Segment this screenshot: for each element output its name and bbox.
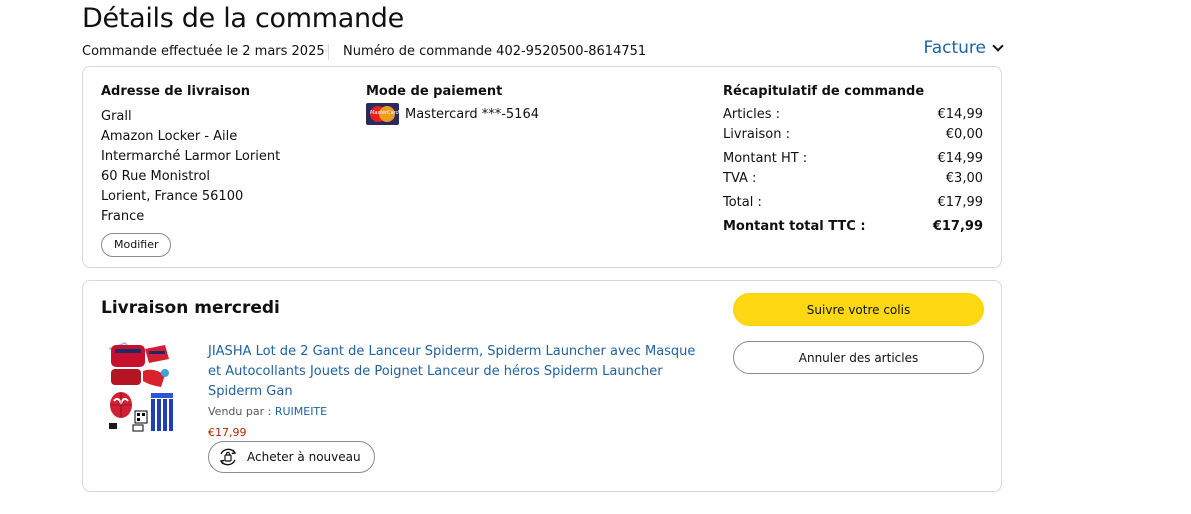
summary-row-total: Total : €17,99 [723, 193, 983, 213]
summary-value: €17,99 [937, 195, 984, 210]
summary-row-subtotal-ht: Montant HT : €14,99 [723, 149, 983, 169]
summary-row-vat: TVA : €3,00 [723, 169, 983, 189]
shipping-address-section: Adresse de livraison Grall Amazon Locker… [101, 84, 280, 257]
order-summary-section: Récapitulatif de commande Articles : €14… [723, 84, 983, 237]
summary-label: Montant HT : [723, 151, 808, 166]
summary-label: Articles : [723, 107, 780, 122]
cancel-items-button[interactable]: Annuler des articles [733, 341, 984, 374]
seller-line: Vendu par : RUIMEITE [208, 405, 327, 418]
order-meta: Commande effectuée le 2 mars 2025 Numéro… [82, 38, 1004, 62]
summary-row-shipping: Livraison : €0,00 [723, 125, 983, 145]
delivery-card: Livraison mercredi JIASHA Lot de 2 Gant … [82, 280, 1002, 492]
summary-value: €14,99 [937, 107, 984, 122]
address-line: France [101, 209, 145, 224]
order-number: Numéro de commande 402-9520500-8614751 [343, 44, 647, 59]
card-label: Mastercard ***-5164 [405, 106, 539, 122]
shipping-address: Grall Amazon Locker - Aile Intermarché L… [101, 107, 280, 227]
product-price: €17,99 [208, 426, 247, 439]
summary-row-grand-total: Montant total TTC : €17,99 [723, 217, 983, 237]
product-title-link[interactable]: JIASHA Lot de 2 Gant de Lanceur Spiderm,… [208, 342, 708, 402]
invoice-dropdown[interactable]: Facture [923, 38, 1004, 58]
buy-again-button[interactable]: Acheter à nouveau [208, 441, 375, 473]
summary-value: €3,00 [945, 171, 983, 186]
payment-method-title: Mode de paiement [366, 84, 503, 99]
summary-value: €17,99 [932, 219, 983, 234]
summary-table: Articles : €14,99 Livraison : €0,00 Mont… [723, 105, 983, 237]
address-line: Grall [101, 109, 132, 124]
address-line: Intermarché Larmor Lorient [101, 149, 281, 164]
summary-label: Montant total TTC : [723, 219, 866, 234]
buy-again-icon [219, 448, 237, 466]
order-summary-card: Adresse de livraison Grall Amazon Locker… [82, 66, 1002, 268]
product-image[interactable] [105, 341, 177, 433]
summary-label: Total : [723, 195, 762, 210]
track-package-button[interactable]: Suivre votre colis [733, 293, 984, 326]
invoice-label: Facture [923, 38, 987, 58]
shipping-address-title: Adresse de livraison [101, 84, 251, 99]
mastercard-logo-text: MasterCard [370, 110, 399, 116]
payment-method: MasterCard Mastercard ***-5164 [366, 103, 539, 125]
page-title: Détails de la commande [82, 3, 404, 34]
summary-label: TVA : [723, 171, 757, 186]
modify-address-button[interactable]: Modifier [101, 233, 172, 257]
payment-method-section: Mode de paiement MasterCard Mastercard *… [366, 84, 539, 125]
summary-label: Livraison : [723, 127, 790, 142]
seller-link[interactable]: RUIMEITE [275, 405, 327, 418]
summary-value: €0,00 [945, 127, 983, 142]
chevron-down-icon [992, 40, 1004, 52]
order-date: Commande effectuée le 2 mars 2025 [82, 44, 325, 59]
meta-divider [328, 44, 329, 60]
address-line: 60 Rue Monistrol [101, 169, 211, 184]
seller-prefix: Vendu par : [208, 405, 272, 418]
mastercard-icon: MasterCard [366, 103, 399, 125]
address-line: Lorient, France 56100 [101, 189, 244, 204]
buy-again-label: Acheter à nouveau [247, 450, 361, 464]
order-summary-title: Récapitulatif de commande [723, 84, 925, 99]
summary-row-articles: Articles : €14,99 [723, 105, 983, 125]
address-line: Amazon Locker - Aile [101, 129, 238, 144]
summary-value: €14,99 [937, 151, 984, 166]
delivery-title: Livraison mercredi [101, 298, 280, 318]
